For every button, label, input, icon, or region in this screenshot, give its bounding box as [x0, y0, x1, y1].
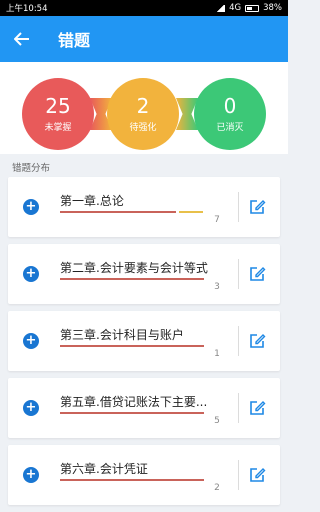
status-icons: 4G 38%: [216, 3, 282, 13]
to-strengthen-bar: [179, 211, 203, 213]
unmastered-bar: [60, 345, 204, 347]
mistake-count: 2: [214, 483, 220, 493]
battery-percent: 38%: [263, 3, 282, 13]
battery-icon: [245, 4, 260, 12]
mistake-count: 3: [214, 282, 220, 292]
back-button[interactable]: [0, 16, 44, 62]
divider: [238, 259, 239, 289]
to-strengthen-label: 待强化: [129, 123, 157, 133]
edit-icon[interactable]: [248, 332, 266, 350]
chapter-title: 第六章.会计凭证: [60, 462, 148, 476]
expand-icon[interactable]: +: [23, 467, 39, 483]
mistake-count: 5: [214, 416, 220, 426]
unmastered-bubble[interactable]: 25 未掌握: [22, 78, 94, 150]
arrow-left-icon: [14, 32, 29, 46]
edit-icon[interactable]: [248, 198, 266, 216]
mistake-count: 7: [214, 215, 220, 225]
unmastered-bar: [60, 412, 204, 414]
to-strengthen-count: 2: [136, 94, 150, 118]
chapter-card[interactable]: + 第三章.会计科目与账户 1: [8, 311, 280, 371]
expand-icon[interactable]: +: [23, 333, 39, 349]
chapter-title: 第一章.总论: [60, 194, 124, 208]
app-bar: 错题: [0, 16, 288, 62]
summary-panel: 25 未掌握 2 待强化 0 已消灭: [0, 62, 288, 154]
mistake-count: 1: [214, 349, 220, 359]
page-title: 错题: [58, 31, 91, 50]
chapter-title: 第三章.会计科目与账户: [60, 328, 184, 342]
edit-icon[interactable]: [248, 466, 266, 484]
status-time: 上午10:54: [6, 4, 48, 14]
unmastered-bar: [60, 479, 204, 481]
eliminated-label: 已消灭: [216, 123, 244, 133]
edit-icon[interactable]: [248, 265, 266, 283]
eliminated-bubble[interactable]: 0 已消灭: [194, 78, 266, 150]
unmastered-bar: [60, 211, 176, 213]
chapter-title: 第二章.会计要素与会计等式: [60, 261, 208, 275]
unmastered-count: 25: [45, 94, 71, 118]
chapter-card[interactable]: + 第六章.会计凭证 2: [8, 445, 280, 505]
unmastered-bar: [60, 278, 204, 280]
chapter-card[interactable]: + 第五章.借贷记账法下主要... 5: [8, 378, 280, 438]
chapter-card[interactable]: + 第一章.总论 7: [8, 177, 280, 237]
divider: [238, 393, 239, 423]
expand-icon[interactable]: +: [23, 400, 39, 416]
divider: [238, 460, 239, 490]
expand-icon[interactable]: +: [23, 199, 39, 215]
chapter-title: 第五章.借贷记账法下主要...: [60, 395, 208, 409]
status-bar: 上午10:54 4G 38%: [0, 0, 288, 16]
expand-icon[interactable]: +: [23, 266, 39, 282]
divider: [238, 192, 239, 222]
network-type: 4G: [229, 3, 242, 13]
section-title: 错题分布: [12, 163, 51, 174]
edit-icon[interactable]: [248, 399, 266, 417]
unmastered-label: 未掌握: [44, 123, 72, 133]
signal-icon: [216, 4, 226, 12]
chapter-card[interactable]: + 第二章.会计要素与会计等式 3: [8, 244, 280, 304]
to-strengthen-bubble[interactable]: 2 待强化: [107, 78, 179, 150]
eliminated-count: 0: [223, 94, 237, 118]
divider: [238, 326, 239, 356]
